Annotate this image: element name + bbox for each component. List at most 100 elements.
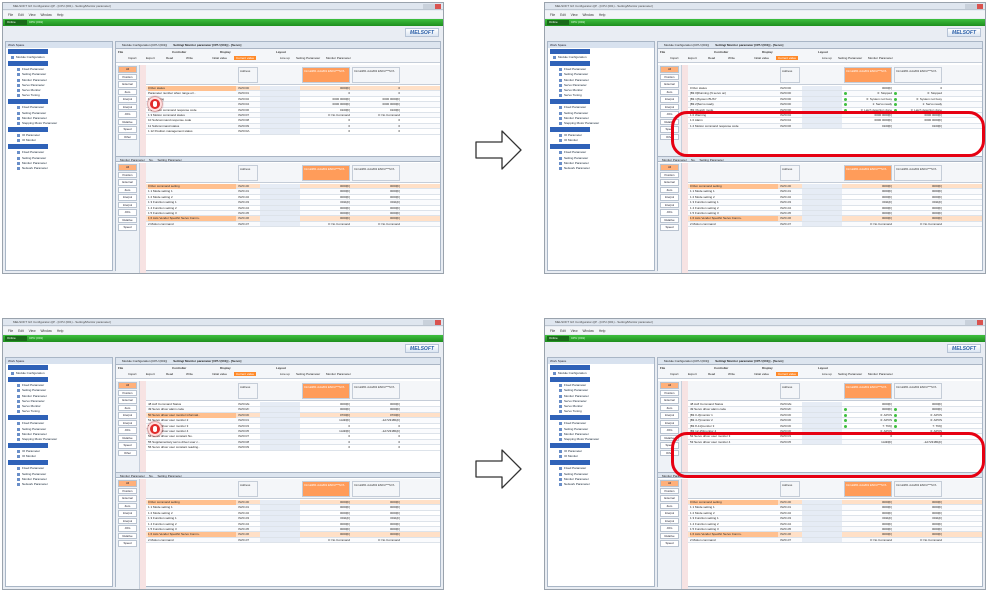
row-value-axis1[interactable]: 0000[h] <box>844 206 892 211</box>
filter-button[interactable]: Relative <box>118 216 137 223</box>
row-value-axis2[interactable]: 0000[h] <box>894 532 942 537</box>
toolbar-button[interactable]: Current value <box>776 372 799 376</box>
row-value-axis2[interactable]: 0000[h] <box>352 211 400 216</box>
row-setting-cell[interactable] <box>802 194 842 200</box>
filter-button[interactable]: Interpol <box>660 510 679 517</box>
row-value-axis2[interactable]: 0000 0000[h] <box>352 97 400 102</box>
row-value-axis2[interactable]: 0011[h] <box>352 516 400 521</box>
row-value-axis2[interactable]: 0: APOS <box>894 413 942 418</box>
row-value-axis1[interactable]: 0000[h] <box>302 195 350 200</box>
row-setting-cell[interactable] <box>802 521 842 526</box>
workspace-tree-node[interactable]: Module Configuration <box>11 55 112 60</box>
menu-item[interactable]: Window <box>583 13 594 17</box>
workspace-tree-node[interactable]: Servo Tuning <box>17 409 112 414</box>
workspace-tree-node[interactable]: Module Configuration <box>11 371 112 376</box>
toolbar-button[interactable]: Import <box>128 372 137 376</box>
row-setting-cell[interactable] <box>802 423 842 428</box>
filter-button[interactable]: Relative <box>660 532 679 539</box>
toolbar-button[interactable]: Write <box>186 56 193 60</box>
filter-button[interactable]: Position <box>660 73 679 80</box>
toolbar-button[interactable]: Export <box>688 372 697 376</box>
row-value-axis2[interactable]: 0 <box>352 440 400 445</box>
filter-button[interactable]: Relative <box>660 216 679 223</box>
row-value-axis2[interactable]: 0100[h] <box>352 108 400 113</box>
row-setting-cell[interactable] <box>260 516 300 521</box>
filter-button[interactable]: Speed <box>118 224 137 231</box>
row-value-axis2[interactable]: 0 <box>352 91 400 96</box>
row-value-axis1[interactable]: 0 <box>302 124 350 129</box>
menu-item[interactable]: File <box>8 13 13 17</box>
filter-button[interactable]: All <box>118 164 137 171</box>
row-setting-cell[interactable] <box>260 402 300 407</box>
row-setting-cell[interactable] <box>802 216 842 221</box>
workspace-group-bar[interactable] <box>550 443 590 449</box>
row-setting-cell[interactable] <box>802 102 842 107</box>
menu-item[interactable]: Edit <box>18 329 24 333</box>
row-value-axis2[interactable]: 0000[h] <box>894 211 942 216</box>
filter-button[interactable]: External <box>118 179 137 186</box>
toolbar-button[interactable]: Current value <box>234 372 257 376</box>
row-setting-cell[interactable] <box>802 221 842 227</box>
filter-button[interactable]: Zero <box>118 88 137 95</box>
row-setting-cell[interactable] <box>260 200 300 205</box>
workspace-group-bar[interactable] <box>8 460 48 466</box>
window-controls-icon[interactable] <box>965 4 983 9</box>
row-setting-cell[interactable] <box>260 216 300 221</box>
toolbar-button[interactable]: Read <box>708 372 715 376</box>
row-setting-cell[interactable] <box>802 532 842 537</box>
toolbar-button[interactable]: Write <box>186 372 193 376</box>
filter-button[interactable]: All <box>660 164 679 171</box>
row-value-axis1[interactable]: 0000[h] <box>302 522 350 527</box>
row-value-axis1[interactable]: 0011[h] <box>302 200 350 205</box>
row-value-axis2[interactable]: 0011[h] <box>894 200 942 205</box>
row-value-axis2[interactable]: 0 <box>352 424 400 429</box>
row-setting-cell[interactable] <box>802 189 842 194</box>
workspace-tree-node[interactable]: Stepping Motor Parameter <box>559 121 654 126</box>
row-value-axis2[interactable]: 0 <box>352 118 400 123</box>
workspace-group-bar[interactable] <box>550 144 590 150</box>
table-row[interactable]: 1 12 Position management status 0W000A 0 0 <box>146 129 440 135</box>
toolbar-button[interactable]: Export <box>146 56 155 60</box>
filter-button[interactable]: Position <box>118 389 137 396</box>
filter-button[interactable]: External <box>660 495 679 502</box>
row-value-axis1[interactable]: 0: No Command <box>302 538 350 543</box>
workspace-tree-node[interactable]: Servo Tuning <box>559 93 654 98</box>
filter-button[interactable]: Interpol <box>118 103 137 110</box>
toolbar-button[interactable]: Current value <box>234 56 257 60</box>
toolbar-button[interactable]: Monitor Parameter <box>868 56 893 60</box>
workspace-group-bar[interactable] <box>8 144 48 150</box>
row-value-axis1[interactable]: 0011[h] <box>844 200 892 205</box>
toolbar-button[interactable]: Import <box>670 56 679 60</box>
row-value-axis1[interactable]: 0000[h] <box>844 522 892 527</box>
workspace-group-bar[interactable] <box>8 443 48 449</box>
row-value-axis2[interactable]: 0000[h] <box>894 216 942 221</box>
filter-button[interactable]: Interpol <box>660 412 679 419</box>
filter-button[interactable]: Speed <box>660 540 679 547</box>
online-label[interactable]: Online <box>547 336 569 341</box>
row-setting-cell[interactable] <box>260 526 300 532</box>
filter-button[interactable]: Zero <box>118 404 137 411</box>
filter-button[interactable]: Interpol <box>660 96 679 103</box>
row-value-axis1[interactable]: 0100[h] <box>302 108 350 113</box>
online-label[interactable]: Online <box>5 336 27 341</box>
toolbar-button[interactable]: Monitor Parameter <box>868 372 893 376</box>
filter-button[interactable]: JOG <box>118 111 137 118</box>
workspace-group-bar[interactable] <box>550 460 590 466</box>
menu-item[interactable]: Help <box>599 13 606 17</box>
row-value-axis1[interactable]: 0000 0000[h] <box>302 97 350 102</box>
row-value-axis1[interactable]: 0: No Command <box>844 222 892 227</box>
row-value-axis1[interactable]: 0000[h] <box>302 402 350 407</box>
row-setting-cell[interactable] <box>802 505 842 510</box>
filter-button[interactable]: Interpol <box>660 103 679 110</box>
workspace-group-bar[interactable] <box>550 127 590 133</box>
filter-button[interactable]: Interpol <box>660 194 679 201</box>
row-value-axis2[interactable]: 0000[h] <box>352 184 400 189</box>
toolbar-button[interactable]: Read <box>166 372 173 376</box>
filter-button[interactable]: Interpol <box>118 201 137 208</box>
row-setting-cell[interactable] <box>260 521 300 526</box>
row-value-axis1[interactable]: 0 <box>302 424 350 429</box>
filter-button[interactable]: Relative <box>118 434 137 441</box>
toolbar-button[interactable]: Import <box>670 372 679 376</box>
filter-button[interactable]: JOG <box>660 209 679 216</box>
row-value-axis1[interactable]: 0000[h] <box>302 532 350 537</box>
